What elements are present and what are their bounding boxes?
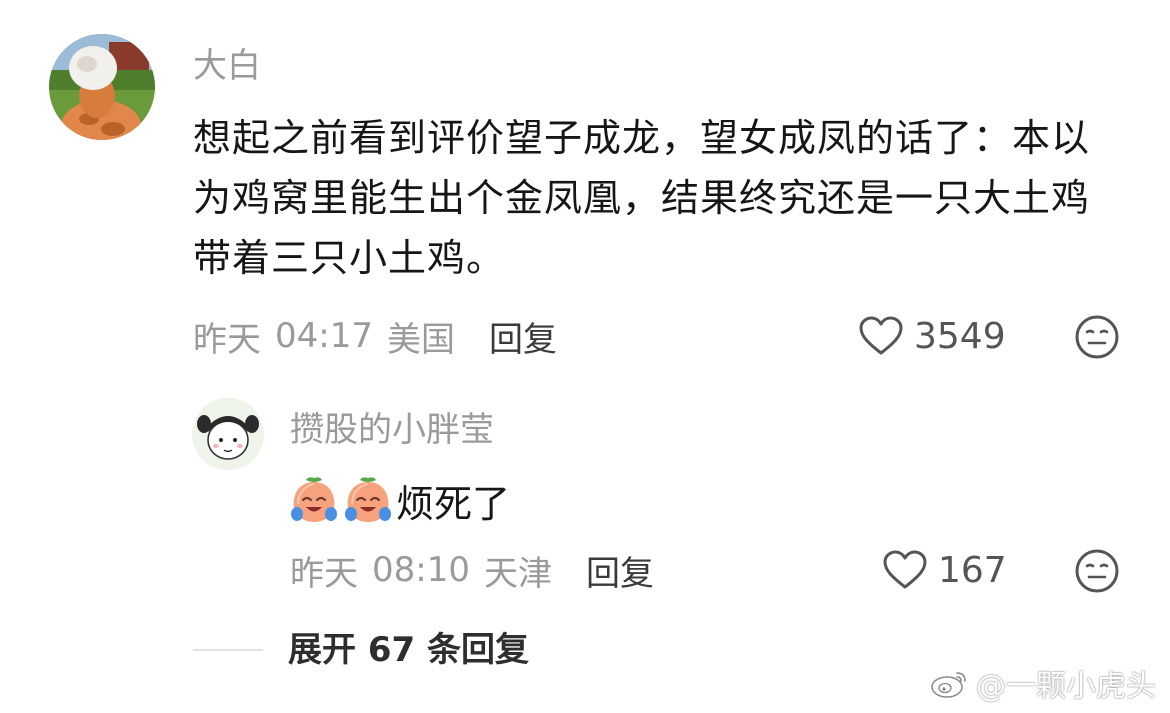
comment-date: 昨天 [290, 553, 358, 594]
main-comment-username[interactable]: 大白 [193, 44, 261, 88]
watermark-text: @一颗小虎头 [976, 669, 1156, 704]
reply-comment-like-button[interactable]: 167 [882, 546, 1007, 594]
reply-comment-meta: 昨天 08:10 天津 回复 [290, 546, 654, 594]
meh-face-icon [1075, 549, 1119, 593]
comment-location: 美国 [386, 319, 455, 360]
reply-comment-username[interactable]: 攒股的小胖莹 [290, 408, 494, 452]
expand-replies-button[interactable]: 展开 67 条回复 [288, 628, 529, 672]
like-count: 3549 [914, 315, 1006, 357]
comment-time: 04:17 [275, 316, 373, 356]
comment-date: 昨天 [193, 319, 261, 360]
main-comment-avatar[interactable] [49, 34, 155, 140]
main-comment-emoji-button[interactable] [1074, 314, 1120, 364]
reply-comment-body: 烦死了 [288, 470, 510, 530]
reply-comment-emoji-button[interactable] [1074, 548, 1120, 598]
heart-outline-icon [859, 316, 903, 355]
like-count: 167 [938, 549, 1007, 591]
watermark: @一颗小虎头 [930, 661, 1156, 705]
comment-time: 08:10 [372, 550, 470, 590]
reply-comment-text: 烦死了 [396, 481, 511, 526]
crying-peach-emoji [345, 477, 391, 522]
main-comment-meta: 昨天 04:17 美国 回复 [193, 312, 557, 360]
reply-button[interactable]: 回复 [489, 312, 557, 361]
heart-outline-icon [883, 550, 927, 589]
main-comment-like-button[interactable]: 3549 [858, 312, 1006, 360]
weibo-logo-icon [931, 672, 966, 698]
reply-comment-avatar[interactable] [192, 398, 264, 470]
crying-peach-emoji [291, 477, 337, 522]
expand-divider [193, 649, 263, 651]
reply-button[interactable]: 回复 [586, 546, 654, 595]
comment-location: 天津 [483, 553, 552, 594]
main-comment-text: 想起之前看到评价望子成龙，望女成凤的话了：本以为鸡窝里能生出个金凤凰，结果终究还… [193, 116, 1091, 280]
meh-face-icon [1075, 315, 1119, 359]
